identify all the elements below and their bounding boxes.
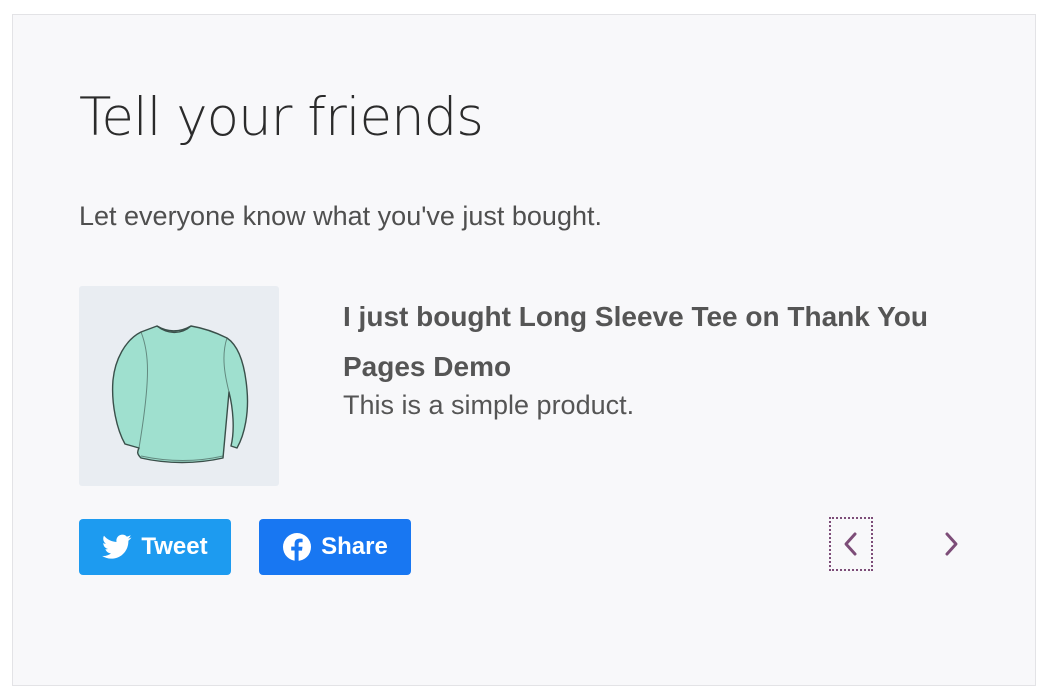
product-thumbnail[interactable] [79, 286, 279, 486]
facebook-icon [283, 533, 312, 561]
chevron-left-icon [844, 532, 857, 556]
share-card: Tell your friends Let everyone know what… [12, 14, 1036, 686]
twitter-bird-icon [102, 534, 132, 559]
carousel-prev-button[interactable] [829, 517, 873, 571]
tweet-button[interactable]: Tweet [79, 519, 231, 575]
product-title: I just bought Long Sleeve Tee on Thank Y… [343, 301, 928, 382]
section-intro: Let everyone know what you've just bough… [79, 201, 602, 231]
share-label: Share [321, 533, 388, 560]
section-heading: Tell your friends [79, 87, 484, 148]
facebook-share-button[interactable]: Share [259, 519, 411, 575]
tweet-label: Tweet [141, 533, 208, 560]
product-description: This is a simple product. [343, 390, 635, 420]
carousel-next-button[interactable] [929, 517, 973, 571]
chevron-right-icon [945, 532, 958, 556]
long-sleeve-tee-illustration [111, 325, 249, 464]
